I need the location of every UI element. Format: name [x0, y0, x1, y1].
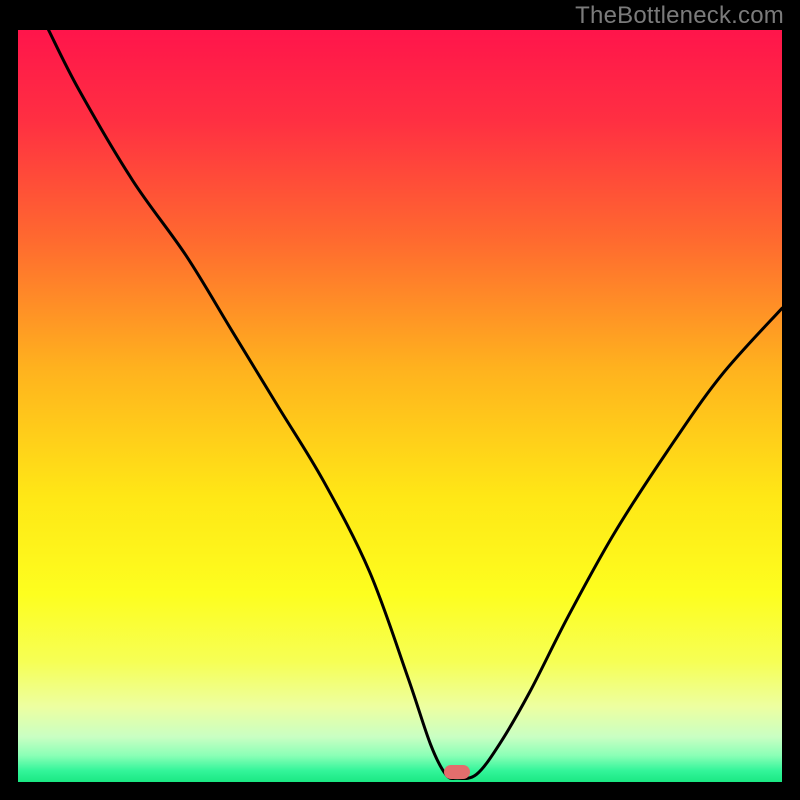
chart-curve-layer: [18, 30, 782, 782]
watermark-text: TheBottleneck.com: [575, 2, 784, 30]
chart-plot-area: [18, 30, 782, 782]
bottleneck-curve-line: [49, 30, 782, 779]
optimal-point-marker: [444, 765, 470, 779]
chart-frame: [18, 30, 782, 782]
